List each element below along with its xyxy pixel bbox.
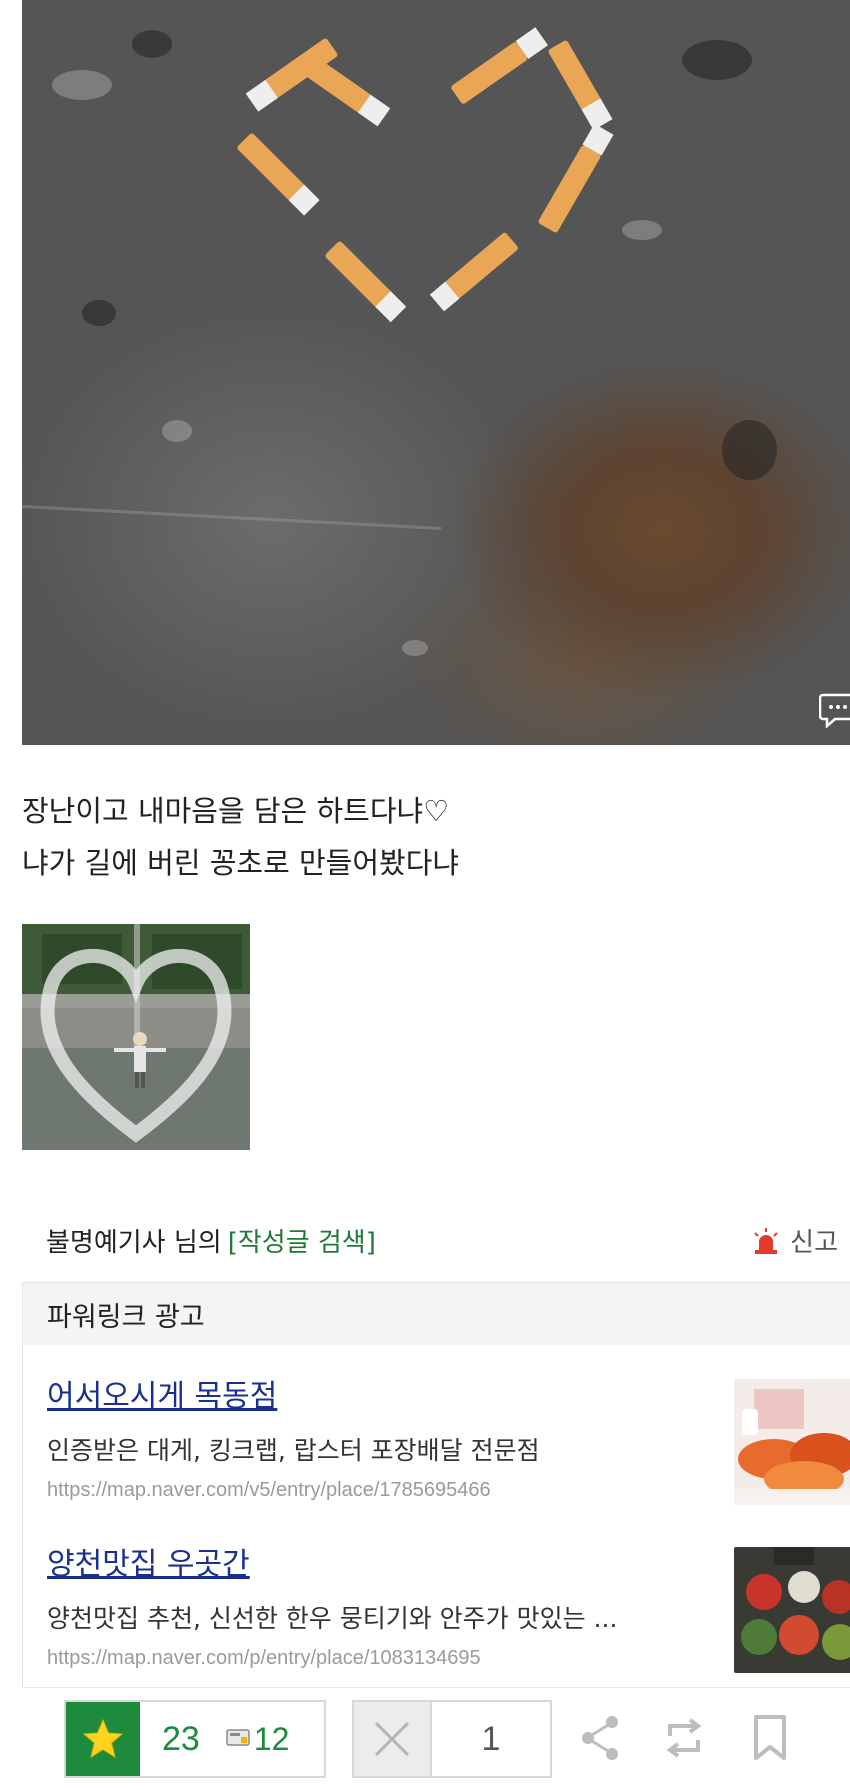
powerlink-ad-box: 파워링크 광고 어서오시게 목동점 인증받은 대게, 킹크랩, 랍스터 포장배달… [22,1282,850,1688]
bookmark-button[interactable] [752,1714,788,1766]
image-comment-icon[interactable] [818,692,850,729]
siren-icon [754,1227,778,1254]
share-icon [582,1716,618,1760]
author-posts-search-link[interactable]: [작성글 검색] [228,1222,376,1259]
post-animated-image[interactable] [22,924,250,1150]
not-recommend-count: 1 [481,1719,501,1758]
caption-line-1: 장난이고 내마음을 담은 하트다냐♡ [22,794,450,828]
recommend-button[interactable] [66,1702,140,1776]
powerlink-header: 파워링크 광고 [23,1283,850,1345]
ad-description: 양천맛집 추천, 신선한 한우 뭉티기와 안주가 맛있는 ... [47,1604,618,1633]
report-label: 신고 [790,1228,838,1258]
author-row: 불명예기사 님의 [작성글 검색] 신고 [22,1216,850,1264]
post-action-bar: 23 12 1 [0,1690,850,1790]
ad-url: https://map.naver.com/p/entry/place/1083… [47,1647,481,1669]
ad-thumbnail[interactable] [734,1379,850,1505]
bookmark-icon [754,1715,786,1760]
ad-url: https://map.naver.com/v5/entry/place/178… [47,1479,491,1501]
cigarette-heart-illustration [237,27,614,323]
repost-button[interactable] [660,1714,708,1766]
ad-title[interactable]: 어서오시게 목동점 [47,1371,827,1415]
ad-thumbnail[interactable] [734,1547,850,1673]
share-button[interactable] [578,1714,622,1766]
fixed-recommend-count: 12 [253,1720,290,1757]
star-icon [82,1718,124,1759]
author-name[interactable]: 불명예기사 님의 [46,1222,222,1259]
fixed-recommend-icon [226,1727,250,1751]
not-recommend-box: 1 [352,1700,552,1778]
caption-line-2: 냐가 길에 버린 꽁초로 만들어봤다냐 [22,846,460,880]
close-icon [374,1721,410,1757]
post-view: 장난이고 내마음을 담은 하트다냐♡ 냐가 길에 버린 꽁초로 만들어봤다냐 불… [0,0,850,1790]
ad-item[interactable]: 어서오시게 목동점 인증받은 대게, 킹크랩, 랍스터 포장배달 전문점 htt… [47,1371,850,1521]
report-button[interactable]: 신고 [752,1222,838,1259]
post-caption: 장난이고 내마음을 담은 하트다냐♡ 냐가 길에 버린 꽁초로 만들어봤다냐 [22,785,822,889]
ad-title[interactable]: 양천맛집 우곳간 [47,1539,827,1583]
post-photo[interactable] [22,0,850,745]
not-recommend-button[interactable] [354,1702,432,1776]
ad-item[interactable]: 양천맛집 우곳간 양천맛집 추천, 신선한 한우 뭉티기와 안주가 맛있는 ..… [47,1539,850,1689]
recommend-box: 23 12 [64,1700,326,1778]
ad-description: 인증받은 대게, 킹크랩, 랍스터 포장배달 전문점 [47,1436,540,1465]
recommend-count: 23 [162,1719,200,1758]
repost-icon [666,1718,702,1758]
